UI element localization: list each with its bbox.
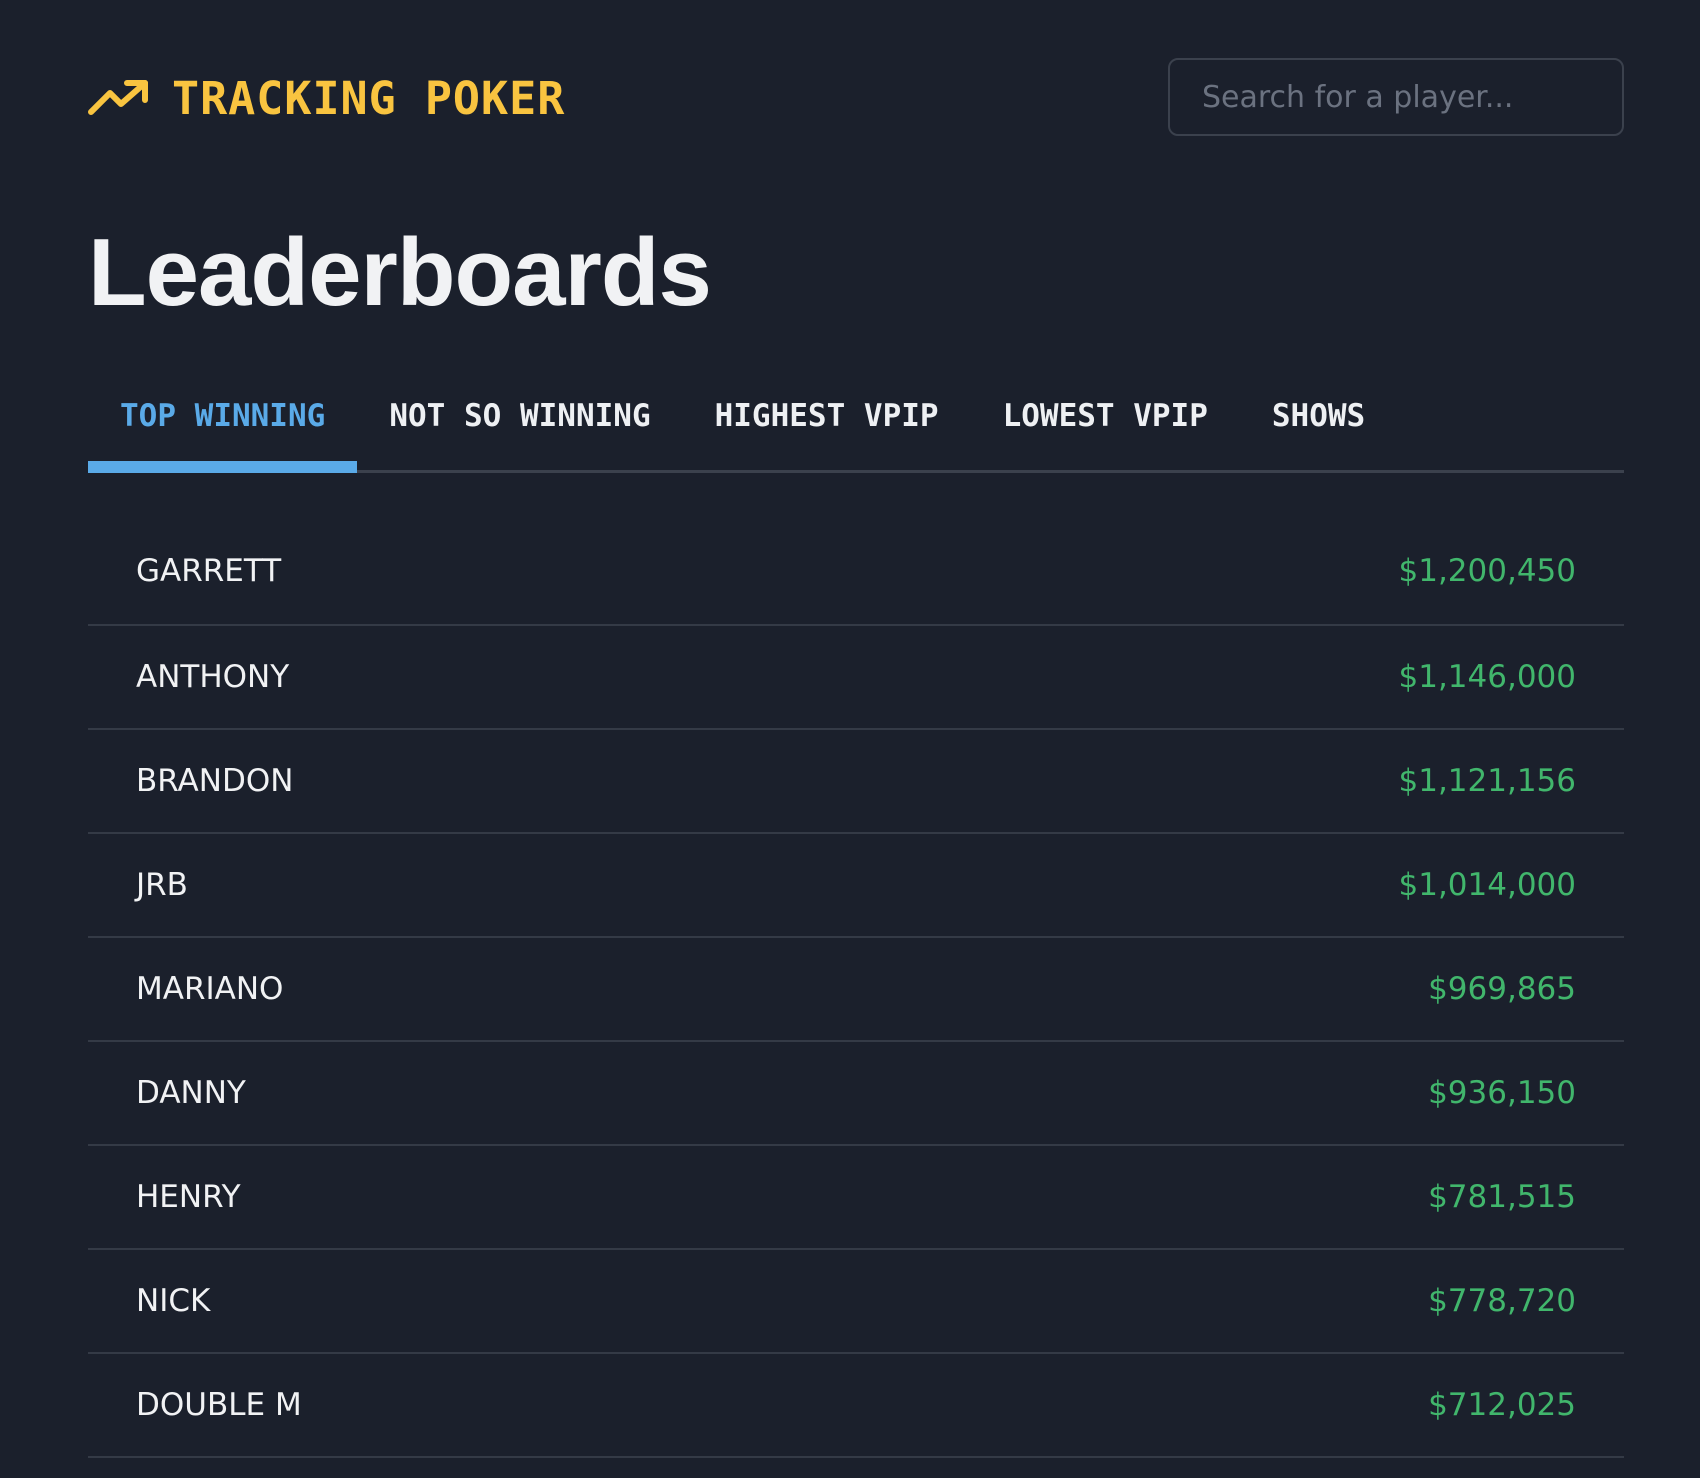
- trending-up-icon: [88, 78, 150, 118]
- leaderboard-row[interactable]: ANTHONY $1,146,000: [88, 626, 1624, 730]
- player-name: ANTHONY: [136, 659, 290, 695]
- player-winnings: $781,515: [1428, 1179, 1576, 1215]
- player-winnings: $1,146,000: [1398, 659, 1577, 695]
- tab-top-winning[interactable]: TOP WINNING: [88, 378, 358, 473]
- leaderboard-row[interactable]: BRANDON $1,121,156: [88, 730, 1624, 834]
- player-winnings: $969,865: [1428, 971, 1576, 1007]
- leaderboard-row[interactable]: JRB $1,014,000: [88, 834, 1624, 938]
- player-winnings: $712,025: [1428, 1387, 1576, 1423]
- leaderboard-list: GARRETT $1,200,450 ANTHONY $1,146,000 BR…: [88, 518, 1624, 1458]
- player-name: BRANDON: [136, 763, 294, 799]
- tab-not-so-winning[interactable]: NOT SO WINNING: [357, 378, 682, 470]
- tab-lowest-vpip[interactable]: LOWEST VPIP: [971, 378, 1240, 470]
- brand-logo[interactable]: TRACKING POKER: [88, 58, 565, 138]
- player-name: DOUBLE M: [136, 1387, 302, 1423]
- player-name: HENRY: [136, 1179, 241, 1215]
- tab-shows[interactable]: SHOWS: [1240, 378, 1397, 470]
- player-name: NICK: [136, 1283, 211, 1319]
- page-title: Leaderboards: [88, 219, 712, 326]
- site-header: TRACKING POKER: [88, 58, 1624, 138]
- leaderboard-row[interactable]: HENRY $781,515: [88, 1146, 1624, 1250]
- leaderboard-tabs: TOP WINNING NOT SO WINNING HIGHEST VPIP …: [88, 378, 1624, 473]
- player-name: MARIANO: [136, 971, 284, 1007]
- player-winnings: $1,200,450: [1398, 553, 1577, 589]
- player-name: DANNY: [136, 1075, 246, 1111]
- leaderboard-row[interactable]: GARRETT $1,200,450: [88, 518, 1624, 626]
- player-winnings: $1,121,156: [1398, 763, 1577, 799]
- search-input[interactable]: [1168, 58, 1624, 136]
- leaderboard-row[interactable]: NICK $778,720: [88, 1250, 1624, 1354]
- tab-highest-vpip[interactable]: HIGHEST VPIP: [683, 378, 971, 470]
- player-name: JRB: [136, 867, 188, 903]
- leaderboard-row[interactable]: MARIANO $969,865: [88, 938, 1624, 1042]
- leaderboard-row[interactable]: DOUBLE M $712,025: [88, 1354, 1624, 1458]
- player-winnings: $1,014,000: [1398, 867, 1577, 903]
- player-name: GARRETT: [136, 553, 282, 589]
- player-winnings: $936,150: [1428, 1075, 1576, 1111]
- brand-title: TRACKING POKER: [172, 71, 566, 125]
- player-winnings: $778,720: [1428, 1283, 1576, 1319]
- leaderboard-row[interactable]: DANNY $936,150: [88, 1042, 1624, 1146]
